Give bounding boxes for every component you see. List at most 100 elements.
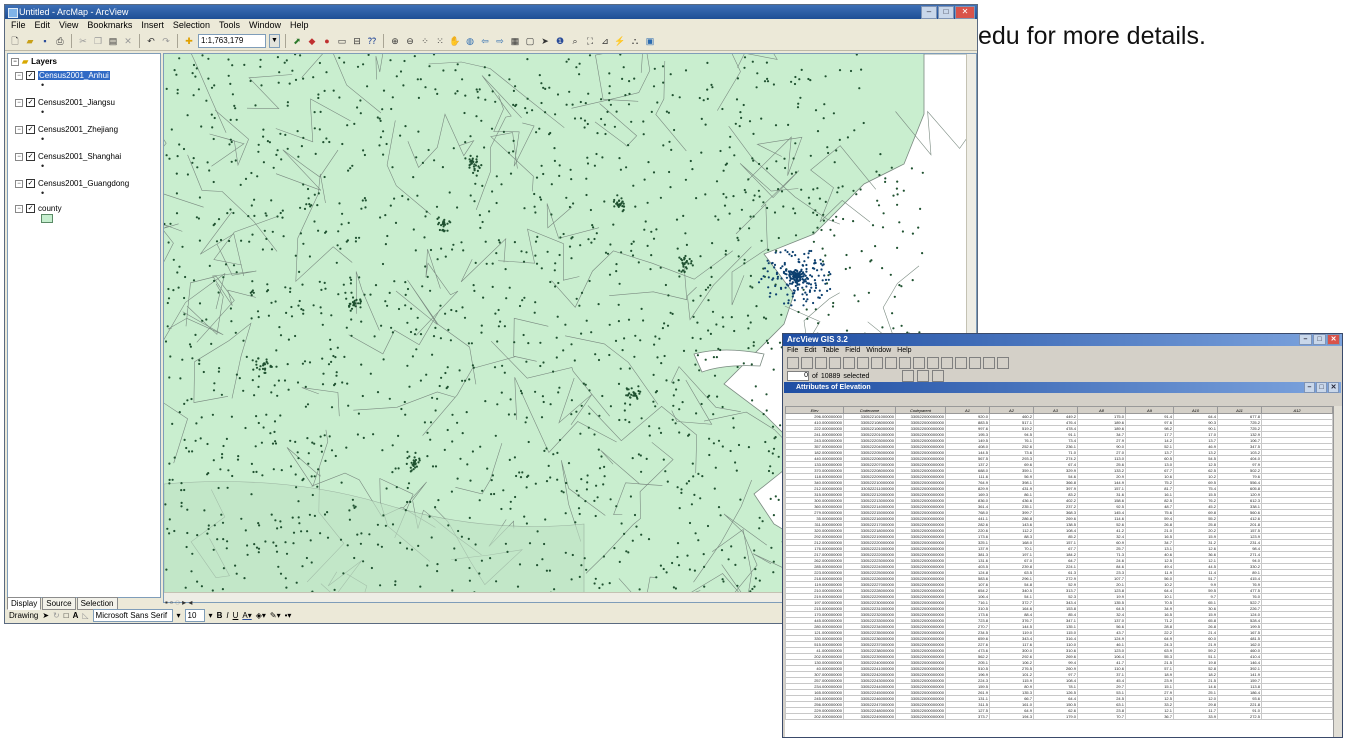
font-color-icon[interactable]: A▾ [242,611,251,620]
arcview-maximize-button[interactable]: □ [1313,334,1326,345]
toc-layer[interactable]: − ✓ county [8,203,160,223]
av-hand-icon[interactable] [932,370,945,382]
av-stats-icon[interactable] [885,357,897,369]
close-button[interactable]: ✕ [955,6,975,19]
column-header[interactable]: A9 [1125,406,1174,414]
select-elements-icon[interactable]: ➤ [539,35,551,47]
av-table-icon[interactable] [801,357,813,369]
editor-toolbar-icon[interactable]: ⬈ [291,35,303,47]
toc-layer[interactable]: − ✓ Census2001_Zhejiang • [8,124,160,144]
collapse-icon[interactable]: − [11,57,19,66]
font-select[interactable]: Microsoft Sans Serif [92,609,173,622]
undo-icon[interactable]: ↶ [145,35,157,47]
save-icon[interactable]: ▪ [39,35,51,47]
new-document-icon[interactable]: 🗋 [9,35,21,47]
attr-close-button[interactable]: ✕ [1328,382,1339,393]
av-menu-edit[interactable]: Edit [804,346,816,356]
open-icon[interactable]: ▰ [24,35,36,47]
layer-name[interactable]: Census2001_Zhejiang [38,125,118,134]
av-switch-selection-icon[interactable] [871,357,883,369]
layer-name[interactable]: Census2001_Guangdong [38,179,129,188]
menu-window[interactable]: Window [249,19,281,32]
new-rectangle-icon[interactable]: □ [64,611,69,620]
toc-layer[interactable]: − ✓ Census2001_Jiangsu • [8,97,160,117]
column-header[interactable]: A8 [1077,406,1126,414]
av-paste-icon[interactable] [829,357,841,369]
line-color-icon[interactable]: ✎▾ [270,611,281,620]
expand-icon[interactable]: − [15,152,23,161]
av-menu-file[interactable]: File [787,346,798,356]
av-edit-icon[interactable] [917,370,930,382]
scale-dropdown-icon[interactable]: ▼ [269,34,280,48]
column-header[interactable]: A11 [1217,406,1262,414]
av-save-icon[interactable] [787,357,799,369]
column-header[interactable]: A1 [945,406,990,414]
toc-layer[interactable]: − ✓ Census2001_Guangdong • [8,178,160,198]
hyperlink-icon[interactable]: ⚡ [614,35,626,47]
model-builder-icon[interactable]: ⊟ [351,35,363,47]
av-select-all-icon[interactable] [843,357,855,369]
attributes-table-scrollbar[interactable] [1333,406,1342,737]
column-header[interactable]: A10 [1173,406,1218,414]
new-callout-icon[interactable]: ◺ [82,611,88,620]
add-data-icon[interactable]: ✚ [183,35,195,47]
menu-help[interactable]: Help [290,19,309,32]
fixed-zoom-out-icon[interactable]: ⁙ [434,35,446,47]
column-header[interactable]: Elev [785,406,844,414]
find-icon[interactable]: ⌕ [569,35,581,47]
menu-view[interactable]: View [59,19,78,32]
select-elements-arrow-icon[interactable]: ➤ [42,611,49,620]
expand-icon[interactable]: − [15,98,23,107]
av-menu-field[interactable]: Field [845,346,860,356]
menu-bookmarks[interactable]: Bookmarks [87,19,132,32]
back-extent-icon[interactable]: ⇦ [479,35,491,47]
html-popup-icon[interactable]: ⛬ [629,35,641,47]
fill-color-icon[interactable]: ◈▾ [256,611,266,620]
column-header[interactable]: A12 [1261,406,1333,414]
av-summarize-icon[interactable] [969,357,981,369]
arcview-minimize-button[interactable]: – [1299,334,1312,345]
layer-name[interactable]: county [38,204,62,213]
layout-view-buttons[interactable]: ▪ ▫ ◌ ▸ ◂ [165,598,192,607]
font-size-dropdown-icon[interactable]: ▾ [209,611,213,620]
select-features-icon[interactable]: ▦ [509,35,521,47]
column-header[interactable]: A3 [1033,406,1078,414]
minimize-button[interactable]: – [921,6,937,19]
menu-selection[interactable]: Selection [173,19,210,32]
av-query-icon[interactable] [913,357,925,369]
layer-name[interactable]: Census2001_Jiangsu [38,98,115,107]
paste-icon[interactable]: ▤ [107,35,119,47]
cut-icon[interactable]: ✂ [77,35,89,47]
av-select-none-icon[interactable] [857,357,869,369]
measure-icon[interactable]: ⊿ [599,35,611,47]
table-row[interactable]: 202.000000000 330522249000000 330522000000… [785,713,1333,720]
delete-icon[interactable]: ✕ [122,35,134,47]
layer-visible-checkbox[interactable]: ✓ [26,98,35,107]
column-header[interactable]: Codeparent [895,406,946,414]
marker-color-icon[interactable]: •▾ [285,611,292,620]
forward-extent-icon[interactable]: ⇨ [494,35,506,47]
menu-file[interactable]: File [11,19,26,32]
av-menu-table[interactable]: Table [822,346,839,356]
av-calculate-icon[interactable] [955,357,967,369]
go-to-xy-icon[interactable]: ⛶ [584,35,596,47]
av-menu-window[interactable]: Window [866,346,891,356]
font-dropdown-icon[interactable]: ▾ [177,611,181,620]
new-text-icon[interactable]: A [73,611,79,620]
attr-maximize-button[interactable]: □ [1316,382,1327,393]
column-header[interactable]: A2 [989,406,1034,414]
av-help-icon[interactable] [997,357,1009,369]
zoom-in-icon[interactable]: ⊕ [389,35,401,47]
expand-icon[interactable]: − [15,125,23,134]
expand-icon[interactable]: − [15,179,23,188]
underline-button[interactable]: U [233,611,239,620]
expand-icon[interactable]: − [15,204,23,213]
zoom-out-icon[interactable]: ⊖ [404,35,416,47]
arcview-close-button[interactable]: ✕ [1327,334,1340,345]
av-menu-help[interactable]: Help [897,346,911,356]
command-line-icon[interactable]: ▭ [336,35,348,47]
copy-icon[interactable]: ❐ [92,35,104,47]
layer-name[interactable]: Census2001_Anhui [38,71,110,80]
rotate-icon[interactable]: ↻ [53,611,60,620]
av-pointer-icon[interactable] [902,370,915,382]
